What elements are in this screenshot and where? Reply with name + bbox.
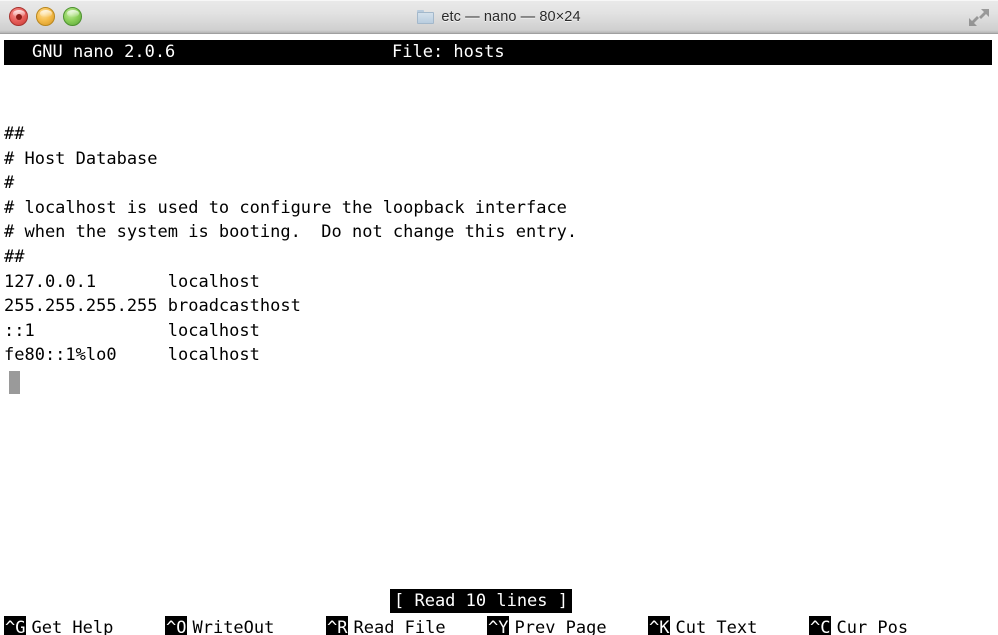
terminal-window: etc — nano — 80×24 GNU nano 2.0.6 File: … (0, 0, 998, 635)
editor-line: 127.0.0.1 localhost (4, 271, 260, 292)
close-icon (15, 13, 22, 20)
shortcut-key-badge: ^G (4, 615, 27, 635)
shortcut-key-badge: ^C (809, 615, 832, 635)
editor-line: # Host Database (4, 148, 158, 169)
window-title: etc — nano — 80×24 (441, 9, 581, 25)
shortcut-writeout[interactable]: ^O WriteOut (165, 615, 274, 635)
shortcut-key-badge: ^O (165, 615, 188, 635)
editor-line: fe80::1%lo0 localhost (4, 345, 260, 366)
editor-line: ## (4, 246, 25, 267)
editor-line: # localhost is used to configure the loo… (4, 197, 567, 218)
nano-filename: File: hosts (392, 42, 505, 62)
terminal-content[interactable]: GNU nano 2.0.6 File: hosts ## # Host Data… (0, 34, 998, 635)
shortcut-label: Cut Text (675, 618, 758, 635)
folder-icon (417, 10, 435, 24)
shortcut-key-badge: ^Y (487, 615, 510, 635)
shortcut-read-file[interactable]: ^R Read File (326, 615, 446, 635)
window-title-group: etc — nano — 80×24 (0, 0, 998, 34)
shortcut-label: Read File (353, 618, 446, 635)
shortcut-label: Get Help (31, 618, 114, 635)
shortcut-key-badge: ^K (648, 615, 671, 635)
nano-edit-area[interactable]: ## # Host Database # # localhost is used to… (4, 122, 577, 368)
shortcut-label: WriteOut (192, 618, 275, 635)
editor-line: ## (4, 124, 25, 144)
shortcut-prev-page[interactable]: ^Y Prev Page (487, 615, 607, 635)
editor-line: # when the system is booting. Do not cha… (4, 222, 578, 243)
window-titlebar[interactable]: etc — nano — 80×24 (0, 0, 998, 34)
shortcut-label: Cur Pos (836, 618, 909, 635)
expand-arrows-icon[interactable] (968, 8, 990, 27)
editor-line: # (4, 173, 15, 194)
editor-line: 255.255.255.255 broadcasthost (4, 296, 301, 317)
nano-version: GNU nano 2.0.6 (32, 42, 176, 62)
nano-title-bar: GNU nano 2.0.6 File: hosts (4, 40, 992, 65)
shortcut-label: Prev Page (514, 618, 607, 635)
shortcut-row-first: ^G Get Help ^O WriteOut ^R Read File ^Y Prev Pa… (4, 615, 996, 635)
text-cursor (9, 371, 20, 394)
editor-line: ::1 localhost (4, 320, 260, 341)
shortcut-get-help[interactable]: ^G Get Help (4, 615, 113, 635)
shortcut-key-badge: ^R (326, 615, 349, 635)
nano-shortcut-bar: ^G Get Help ^O WriteOut ^R Read File ^Y Prev Pa… (4, 615, 996, 635)
shortcut-cut-text[interactable]: ^K Cut Text (648, 615, 757, 635)
shortcut-cur-pos[interactable]: ^C Cur Pos (809, 615, 908, 635)
nano-status-message: [ Read 10 lines ] (390, 589, 572, 613)
